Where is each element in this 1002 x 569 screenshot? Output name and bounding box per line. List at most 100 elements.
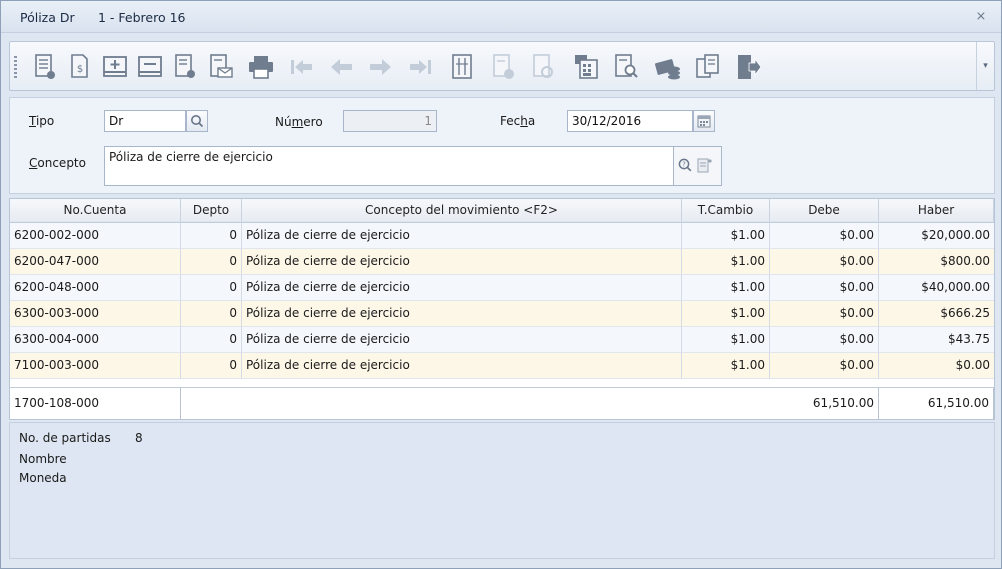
toolbar-grip[interactable] xyxy=(14,56,17,78)
toolbar-overflow-button[interactable]: ▾ xyxy=(976,42,994,90)
totals-debe: 61,510.00 xyxy=(770,388,879,419)
cell-tc[interactable]: $1.00 xyxy=(682,223,770,249)
document-search-button[interactable] xyxy=(609,50,643,84)
document-currency-icon: $ xyxy=(71,54,88,78)
cell-depto[interactable]: 0 xyxy=(181,301,242,327)
next-record-icon xyxy=(370,59,391,75)
document-currency-button[interactable]: $ xyxy=(63,50,97,84)
cell-concepto[interactable]: Póliza de cierre de ejercicio xyxy=(242,353,682,379)
cell-debe[interactable]: $0.00 xyxy=(770,327,879,353)
document-view-button[interactable] xyxy=(28,50,62,84)
cell-cuenta[interactable]: 7100-003-000 xyxy=(10,353,181,379)
table-row[interactable]: 7100-003-000 0 Póliza de cierre de ejercic… xyxy=(10,353,994,379)
cell-depto[interactable]: 0 xyxy=(181,327,242,353)
document-settings-button[interactable] xyxy=(168,50,202,84)
concepto-template-button[interactable] xyxy=(696,157,714,176)
cell-concepto[interactable]: Póliza de cierre de ejercicio xyxy=(242,275,682,301)
tipo-input[interactable] xyxy=(104,110,186,132)
cell-debe[interactable]: $0.00 xyxy=(770,223,879,249)
title-bar[interactable]: Póliza Dr 1 - Febrero 16 ⨯ xyxy=(1,1,1001,33)
concepto-textarea[interactable]: Póliza de cierre de ejercicio xyxy=(104,146,674,186)
remove-row-icon xyxy=(138,56,162,77)
window-subtitle: 1 - Febrero 16 xyxy=(98,10,186,25)
cell-cuenta[interactable]: 6300-003-000 xyxy=(10,301,181,327)
printer-button[interactable] xyxy=(244,50,278,84)
document-search-icon xyxy=(615,54,638,78)
cell-depto[interactable]: 0 xyxy=(181,353,242,379)
info-panel: No. de partidas 8 Nombre Moneda xyxy=(9,422,995,559)
nombre-label: Nombre xyxy=(19,452,67,466)
col-cuenta-header[interactable]: No.Cuenta xyxy=(10,199,181,222)
table-row[interactable]: 6200-048-000 0 Póliza de cierre de ejercic… xyxy=(10,275,994,301)
document-columns-button[interactable] xyxy=(445,50,479,84)
first-record-button[interactable] xyxy=(284,50,318,84)
totals-cuenta: 1700-108-000 xyxy=(10,388,181,419)
cell-concepto[interactable]: Póliza de cierre de ejercicio xyxy=(242,223,682,249)
cell-haber[interactable]: $800.00 xyxy=(879,249,994,275)
document-disabled-button[interactable] xyxy=(486,50,520,84)
cell-cuenta[interactable]: 6200-002-000 xyxy=(10,223,181,249)
last-record-icon xyxy=(410,60,431,74)
cell-haber[interactable]: $20,000.00 xyxy=(879,223,994,249)
cell-depto[interactable]: 0 xyxy=(181,275,242,301)
cell-debe[interactable]: $0.00 xyxy=(770,353,879,379)
exit-door-button[interactable] xyxy=(731,50,765,84)
cell-haber[interactable]: $666.25 xyxy=(879,301,994,327)
cell-haber[interactable]: $0.00 xyxy=(879,353,994,379)
add-row-button[interactable] xyxy=(98,50,132,84)
cell-depto[interactable]: 0 xyxy=(181,223,242,249)
cell-tc[interactable]: $1.00 xyxy=(682,327,770,353)
totals-row: 1700-108-000 61,510.00 61,510.00 xyxy=(10,387,994,419)
concepto-help-button[interactable]: ? xyxy=(678,158,692,175)
cell-debe[interactable]: $0.00 xyxy=(770,249,879,275)
svg-text:$: $ xyxy=(77,64,83,75)
cell-cuenta[interactable]: 6200-047-000 xyxy=(10,249,181,275)
add-row-icon xyxy=(103,56,127,77)
fecha-label: Fecha xyxy=(500,114,536,128)
table-row[interactable]: 6300-004-000 0 Póliza de cierre de ejercic… xyxy=(10,327,994,353)
copy-document-button[interactable] xyxy=(691,50,725,84)
last-record-button[interactable] xyxy=(404,50,438,84)
col-concepto-header[interactable]: Concepto del movimiento <F2> xyxy=(242,199,682,222)
fecha-calendar-button[interactable] xyxy=(693,110,715,132)
cell-concepto[interactable]: Póliza de cierre de ejercicio xyxy=(242,327,682,353)
cell-cuenta[interactable]: 6200-048-000 xyxy=(10,275,181,301)
table-row[interactable]: 6200-047-000 0 Póliza de cierre de ejercic… xyxy=(10,249,994,275)
col-haber-header[interactable]: Haber xyxy=(879,199,994,222)
cell-concepto[interactable]: Póliza de cierre de ejercicio xyxy=(242,301,682,327)
cell-tc[interactable]: $1.00 xyxy=(682,353,770,379)
payment-card-button[interactable] xyxy=(651,50,685,84)
cell-depto[interactable]: 0 xyxy=(181,249,242,275)
close-button[interactable]: ⨯ xyxy=(973,9,989,25)
document-mail-button[interactable] xyxy=(203,50,237,84)
col-debe-header[interactable]: Debe xyxy=(770,199,879,222)
cell-cuenta[interactable]: 6300-004-000 xyxy=(10,327,181,353)
tipo-search-button[interactable] xyxy=(186,110,208,132)
calculator-button[interactable] xyxy=(569,50,603,84)
movements-grid: No.Cuenta Depto Concepto del movimiento … xyxy=(9,198,995,420)
previous-record-button[interactable] xyxy=(324,50,358,84)
cell-debe[interactable]: $0.00 xyxy=(770,275,879,301)
numero-label: Número xyxy=(275,115,323,129)
remove-row-button[interactable] xyxy=(133,50,167,84)
cell-tc[interactable]: $1.00 xyxy=(682,275,770,301)
fecha-input[interactable] xyxy=(567,110,693,132)
help-search-icon: ? xyxy=(678,158,692,172)
document-refresh-icon xyxy=(533,54,553,78)
document-refresh-button[interactable] xyxy=(526,50,560,84)
cell-concepto[interactable]: Póliza de cierre de ejercicio xyxy=(242,249,682,275)
next-record-button[interactable] xyxy=(364,50,398,84)
cell-tc[interactable]: $1.00 xyxy=(682,249,770,275)
col-depto-header[interactable]: Depto xyxy=(181,199,242,222)
cell-debe[interactable]: $0.00 xyxy=(770,301,879,327)
toolbar: $ ▾ xyxy=(9,41,995,91)
payment-card-icon xyxy=(654,59,680,80)
table-row[interactable]: 6300-003-000 0 Póliza de cierre de ejercic… xyxy=(10,301,994,327)
previous-record-icon xyxy=(331,59,352,75)
cell-haber[interactable]: $40,000.00 xyxy=(879,275,994,301)
search-icon xyxy=(191,115,204,128)
cell-tc[interactable]: $1.00 xyxy=(682,301,770,327)
col-tc-header[interactable]: T.Cambio xyxy=(682,199,770,222)
table-row[interactable]: 6200-002-000 0 Póliza de cierre de ejercic… xyxy=(10,223,994,249)
cell-haber[interactable]: $43.75 xyxy=(879,327,994,353)
